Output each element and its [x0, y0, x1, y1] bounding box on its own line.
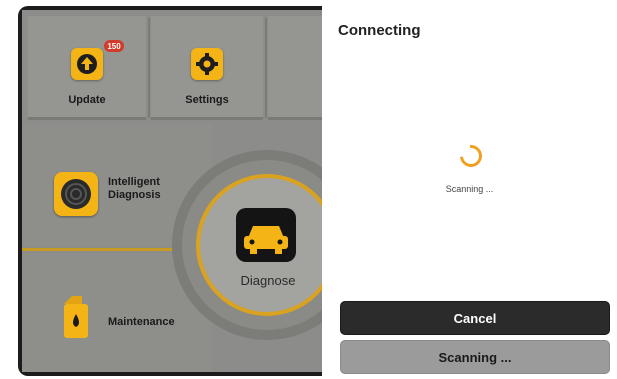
update-badge: 150 — [104, 40, 124, 52]
cancel-button[interactable]: Cancel — [340, 301, 610, 335]
diagnose-label: Diagnose — [240, 273, 296, 288]
update-icon — [71, 48, 103, 80]
settings-tile[interactable]: Settings — [151, 16, 263, 120]
update-tile[interactable]: 150 Update — [28, 16, 146, 120]
divider — [148, 18, 150, 118]
gear-icon — [191, 48, 223, 80]
settings-label: Settings — [185, 94, 229, 106]
loading-spinner-icon — [455, 140, 487, 172]
car-icon — [236, 208, 296, 262]
maintenance-label: Maintenance — [108, 316, 175, 328]
connecting-dialog: Connecting Scanning ... Cancel Scanning … — [322, 0, 617, 379]
intelligent-diagnosis-icon — [54, 172, 98, 216]
update-label: Update — [68, 94, 106, 106]
maintenance-oil-icon — [60, 294, 90, 340]
dialog-title: Connecting — [338, 22, 421, 39]
divider — [265, 18, 267, 118]
intelligent-diagnosis-label: Intelligent Diagnosis — [108, 176, 161, 201]
scanning-button[interactable]: Scanning ... — [340, 340, 610, 374]
scanning-status: Scanning ... — [445, 184, 494, 194]
